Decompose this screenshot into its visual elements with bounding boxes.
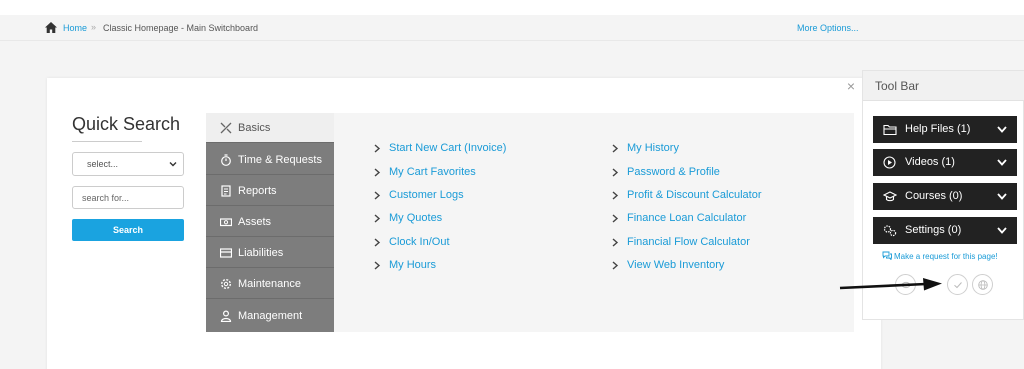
stopwatch-icon (221, 154, 231, 166)
chat-bubbles-icon (882, 251, 892, 260)
breadcrumb: Home » Classic Homepage - Main Switchboa… (0, 15, 1024, 41)
link-label: My History (627, 142, 679, 154)
side-item-label: Basics (238, 122, 271, 134)
side-item-label: Management (238, 310, 303, 322)
top-strip (0, 0, 1024, 15)
chevron-right-icon (374, 238, 381, 247)
make-request-link[interactable]: Make a request for this page! (882, 251, 998, 261)
toolbar-item-courses[interactable]: Courses (0) (873, 183, 1017, 210)
link-label: My Quotes (389, 212, 443, 224)
side-item-management[interactable]: Management (206, 301, 334, 331)
side-item-time-requests[interactable]: Time & Requests (206, 145, 334, 175)
breadcrumb-separator: » (91, 22, 97, 32)
toolbar-circle-button-2[interactable] (947, 274, 968, 295)
breadcrumb-home-link[interactable]: Home (63, 23, 87, 33)
quick-search-select-value: select... (87, 159, 119, 169)
side-item-label: Assets (238, 216, 272, 228)
money-icon (220, 218, 232, 227)
link-label: Customer Logs (389, 189, 464, 201)
toolbar-item-help-files[interactable]: Help Files (1) (873, 116, 1017, 143)
chevron-right-icon (612, 238, 619, 247)
link-label: View Web Inventory (627, 259, 725, 271)
chevron-down-icon (997, 193, 1007, 200)
chevron-down-icon (997, 227, 1007, 234)
link-label: My Cart Favorites (389, 166, 476, 178)
link-label: Profit & Discount Calculator (627, 189, 762, 201)
report-icon (221, 185, 231, 197)
side-item-basics[interactable]: Basics (206, 113, 334, 143)
globe-icon (978, 280, 988, 290)
chevron-right-icon (612, 214, 619, 223)
toolbar-item-settings[interactable]: Settings (0) (873, 217, 1017, 244)
card-icon (220, 248, 232, 258)
gear-icon (220, 278, 232, 290)
more-options-link[interactable]: More Options... (797, 23, 859, 33)
breadcrumb-current: Classic Homepage - Main Switchboard (103, 23, 259, 33)
side-menu: Basics Time & Requests Reports Assets Li… (206, 113, 334, 332)
quick-search-underline (72, 141, 142, 142)
link-label: Start New Cart (Invoice) (389, 142, 507, 154)
quick-search-input[interactable] (72, 186, 184, 209)
chevron-right-icon (374, 168, 381, 177)
toolbar-item-label: Videos (1) (905, 156, 955, 168)
gears-icon (883, 225, 897, 237)
home-icon[interactable] (45, 22, 57, 33)
chevron-right-icon (374, 214, 381, 223)
toolbar-close-button[interactable]: × (842, 77, 860, 95)
side-item-label: Maintenance (238, 278, 301, 290)
graduation-cap-icon (883, 191, 897, 202)
toolbar-item-label: Settings (0) (905, 224, 962, 236)
folder-icon (883, 124, 897, 136)
chevron-right-icon (612, 191, 619, 200)
link-label: Password & Profile (627, 166, 720, 178)
chevron-right-icon (374, 191, 381, 200)
side-item-liabilities[interactable]: Liabilities (206, 238, 334, 268)
side-item-assets[interactable]: Assets (206, 207, 334, 237)
chevron-right-icon (612, 144, 619, 153)
side-item-label: Liabilities (238, 247, 284, 259)
person-icon (220, 310, 232, 322)
toolbar-header: Tool Bar (863, 71, 1024, 101)
chevron-right-icon (612, 261, 619, 270)
side-item-maintenance[interactable]: Maintenance (206, 269, 334, 299)
toolbar-title: Tool Bar (875, 79, 920, 93)
toolbar-item-label: Help Files (1) (905, 123, 971, 135)
toolbar-item-videos[interactable]: Videos (1) (873, 149, 1017, 176)
link-label: Clock In/Out (389, 236, 450, 248)
side-item-label: Reports (238, 185, 277, 197)
chevron-down-icon (997, 126, 1007, 133)
quick-search-title: Quick Search (72, 114, 181, 134)
chevron-down-icon (997, 159, 1007, 166)
chevron-right-icon (374, 144, 381, 153)
chevron-down-icon (169, 162, 177, 167)
side-item-reports[interactable]: Reports (206, 176, 334, 206)
link-label: Financial Flow Calculator (627, 236, 750, 248)
chevron-right-icon (612, 168, 619, 177)
annotation-arrow (839, 278, 942, 291)
quick-search-select[interactable]: select... (72, 152, 184, 176)
link-label: Finance Loan Calculator (627, 212, 747, 224)
search-button[interactable]: Search (72, 219, 184, 241)
toolbar-item-label: Courses (0) (905, 190, 963, 202)
chevron-right-icon (374, 261, 381, 270)
check-icon (954, 282, 962, 289)
side-item-label: Time & Requests (238, 154, 322, 166)
link-label: My Hours (389, 259, 437, 271)
play-circle-icon (883, 156, 896, 169)
toolbar-circle-button-3[interactable] (972, 274, 993, 295)
make-request-label: Make a request for this page! (894, 252, 998, 261)
tools-icon (220, 122, 232, 134)
